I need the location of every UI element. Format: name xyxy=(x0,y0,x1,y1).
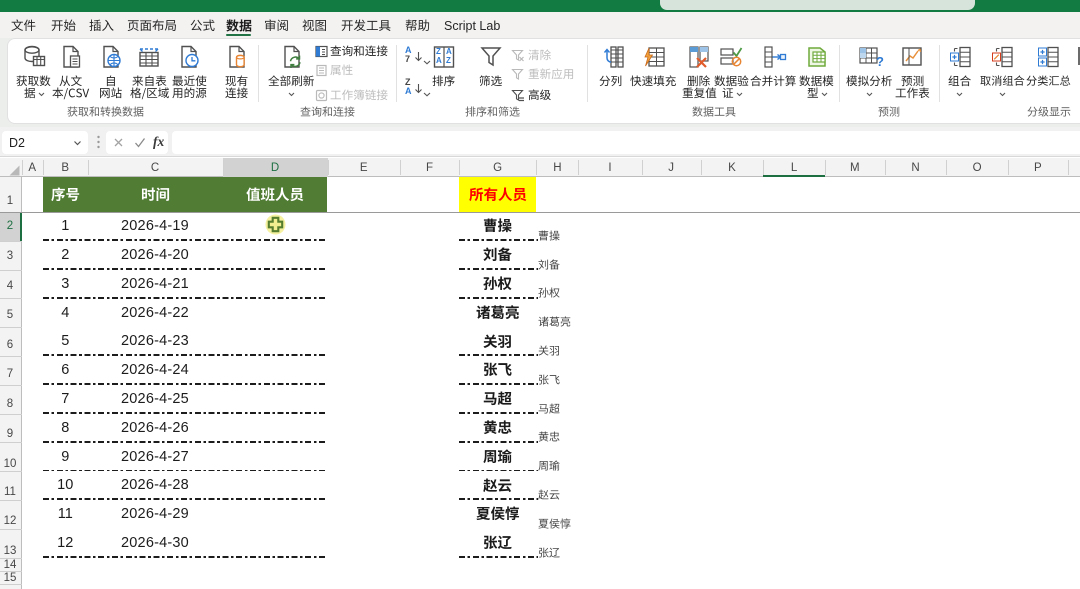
svg-text:?: ? xyxy=(876,54,884,69)
